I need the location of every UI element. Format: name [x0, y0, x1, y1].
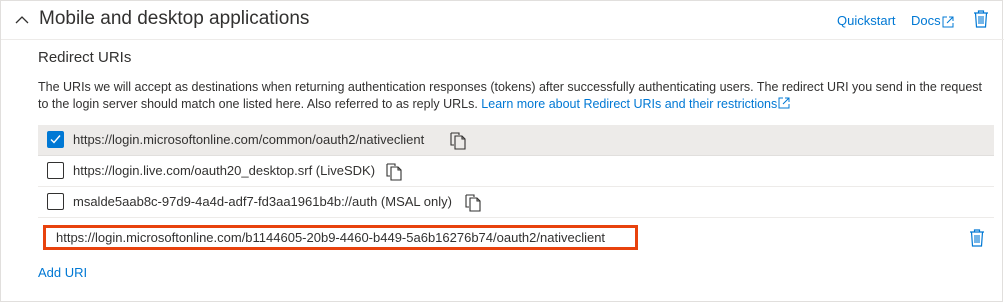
- redirect-uri-row[interactable]: https://login.live.com/oauth20_desktop.s…: [38, 156, 994, 187]
- docs-link[interactable]: Docs: [911, 13, 954, 28]
- copy-icon[interactable]: [386, 163, 402, 181]
- custom-redirect-uri-row: [38, 223, 994, 254]
- redirect-uri-label: https://login.live.com/oauth20_desktop.s…: [73, 163, 376, 178]
- panel-header: Mobile and desktop applications Quicksta…: [1, 1, 1004, 39]
- redirect-uri-label: https://login.microsoftonline.com/common…: [73, 132, 425, 147]
- redirect-uri-input[interactable]: [43, 225, 638, 250]
- redirect-uris-heading: Redirect URIs: [38, 49, 132, 66]
- redirect-uri-checkbox[interactable]: [47, 193, 64, 210]
- redirect-uri-row[interactable]: msalde5aab8c-97d9-4a4d-adf7-fd3aa1961b4b…: [38, 187, 994, 218]
- redirect-uris-description: The URIs we will accept as destinations …: [38, 79, 988, 113]
- quickstart-link[interactable]: Quickstart: [837, 13, 896, 28]
- mobile-desktop-platform-panel: Mobile and desktop applications Quicksta…: [0, 0, 1004, 302]
- chevron-up-icon[interactable]: [15, 13, 29, 27]
- add-uri-link[interactable]: Add URI: [38, 265, 87, 280]
- delete-platform-trash-icon[interactable]: [973, 10, 989, 28]
- header-divider: [1, 39, 1004, 40]
- delete-uri-trash-icon[interactable]: [969, 229, 985, 247]
- learn-more-link[interactable]: Learn more about Redirect URIs and their…: [481, 97, 790, 111]
- external-link-icon: [778, 97, 790, 109]
- checkmark-icon: [50, 135, 61, 144]
- redirect-uri-label: msalde5aab8c-97d9-4a4d-adf7-fd3aa1961b4b…: [73, 194, 452, 209]
- learn-more-label: Learn more about Redirect URIs and their…: [481, 97, 778, 111]
- redirect-uri-row[interactable]: https://login.microsoftonline.com/common…: [38, 125, 994, 156]
- external-link-icon: [942, 16, 954, 27]
- copy-icon[interactable]: [450, 132, 466, 150]
- redirect-uri-checkbox[interactable]: [47, 131, 64, 148]
- copy-icon[interactable]: [465, 194, 481, 212]
- panel-title: Mobile and desktop applications: [39, 8, 310, 29]
- docs-link-label: Docs: [911, 13, 941, 28]
- redirect-uri-checkbox[interactable]: [47, 162, 64, 179]
